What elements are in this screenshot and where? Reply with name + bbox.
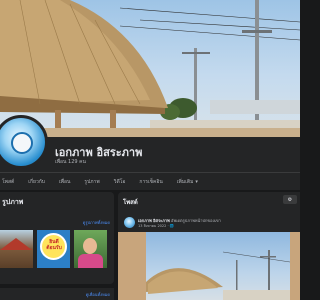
image-padding-right [290, 232, 300, 300]
photo-thumbnail[interactable] [0, 230, 33, 268]
post-image-scene [146, 250, 291, 300]
chevron-down-icon: ▾ [195, 178, 198, 185]
post-image[interactable] [118, 232, 300, 300]
see-all-photos-link[interactable]: ดูรูปภาพทั้งหมด [83, 219, 110, 226]
see-all-friends-link[interactable]: ดูเพื่อนทั้งหมด [86, 291, 110, 298]
avatar-emblem [11, 132, 33, 154]
post-action-text: อัพเดตรูปภาพหน้าปกของเขา [171, 218, 221, 223]
tab-posts[interactable]: โพสต์ [2, 178, 14, 186]
photos-card-title: รูปภาพ [2, 198, 24, 206]
photo-thumbnail[interactable] [74, 230, 107, 268]
tab-about[interactable]: เกี่ยวกับ [28, 178, 45, 186]
tab-more[interactable]: เพิ่มเติม ▾ [177, 178, 198, 186]
friend-count[interactable]: เพื่อน 129 คน [55, 158, 86, 166]
photo-thumbnail[interactable]: ยินดีต้อนรับ [37, 230, 70, 268]
filter-icon: ⚙ [287, 196, 293, 203]
friends-card: ดูเพื่อนทั้งหมด [0, 288, 114, 300]
posts-card: โพสต์ ⚙ เอกภาพ อิสระภาพ อัพเดตรูปภาพหน้า… [118, 192, 300, 300]
tab-checkins[interactable]: การเช็คอิน [139, 178, 162, 186]
profile-tabs: โพสต์ เกี่ยวกับ เพื่อน รูปภาพ วิดีโอ การ… [0, 172, 300, 190]
tab-photos[interactable]: รูปภาพ [84, 178, 99, 186]
tab-friends[interactable]: เพื่อน [59, 178, 70, 186]
photos-card: รูปภาพ ดูรูปภาพทั้งหมด ยินดีต้อนรับ [0, 192, 114, 284]
tab-videos[interactable]: วิดีโอ [114, 178, 126, 186]
posts-title: โพสต์ [123, 199, 138, 206]
hut-roof [0, 238, 32, 250]
person-face [83, 238, 97, 254]
filter-button[interactable]: ⚙ [283, 195, 297, 204]
post-timestamp[interactable]: 13 สิงหาคม 2022 · 🌐 [138, 223, 174, 229]
welcome-sign-text: ยินดีต้อนรับ [46, 239, 62, 251]
tab-more-label: เพิ่มเติม [176, 178, 194, 185]
person-shirt [78, 254, 103, 268]
cover-scene [0, 0, 300, 137]
post-author-avatar[interactable] [124, 217, 135, 228]
cover-photo[interactable] [0, 0, 300, 137]
